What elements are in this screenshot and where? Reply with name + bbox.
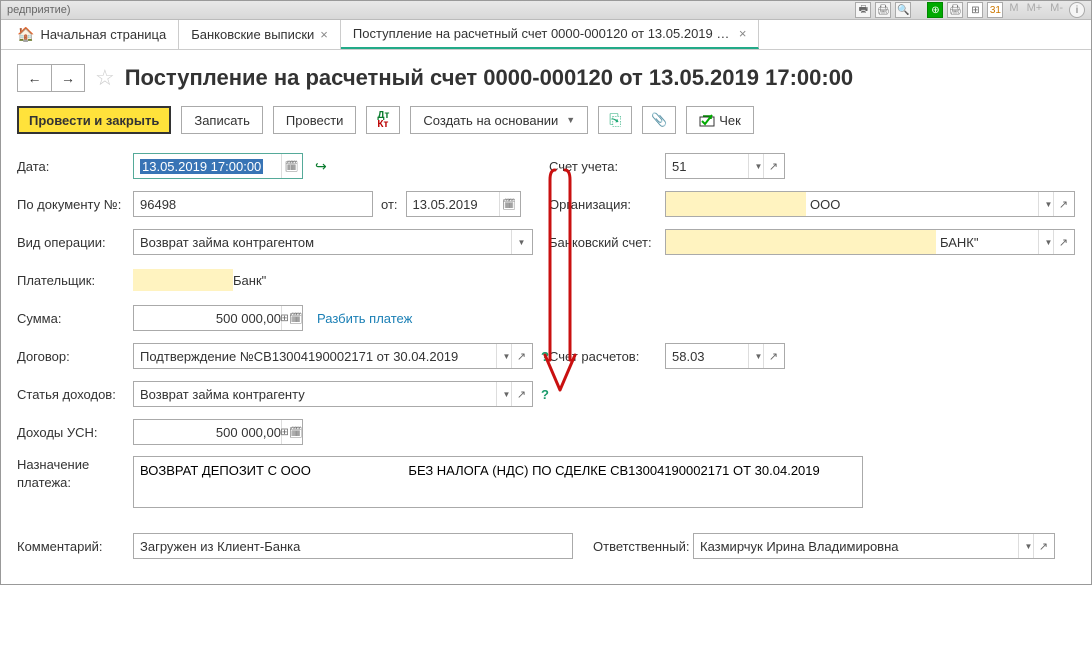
print-icon[interactable]: 🖶: [855, 2, 871, 18]
open-icon[interactable]: [763, 344, 783, 368]
label-income-item: Статья доходов:: [17, 387, 133, 402]
bank-acct-field[interactable]: БАНК": [665, 229, 1075, 255]
create-based-button[interactable]: Создать на основании▼: [410, 106, 588, 134]
label-settle-acct: Счет расчетов:: [549, 349, 665, 364]
open-icon[interactable]: [1053, 230, 1073, 254]
open-icon[interactable]: [1033, 534, 1053, 558]
help-icon[interactable]: ?: [541, 387, 549, 402]
m-minus-button[interactable]: M-: [1048, 2, 1065, 18]
label-org: Организация:: [549, 197, 665, 212]
nav-forward-button[interactable]: →: [51, 64, 85, 92]
m-plus-button[interactable]: M+: [1025, 2, 1045, 18]
title-bar-text: редприятие): [7, 4, 71, 16]
label-payer: Плательщик:: [17, 273, 133, 288]
label-account: Счет учета:: [549, 159, 665, 174]
favorite-star-icon[interactable]: ☆: [95, 65, 115, 91]
purpose-textarea[interactable]: [133, 456, 863, 508]
tabs: 🏠 Начальная страница Банковские выписки …: [1, 20, 1091, 50]
cheque-button[interactable]: Чек: [686, 106, 754, 134]
calendar-icon[interactable]: [281, 154, 301, 178]
post-and-close-button[interactable]: Провести и закрыть: [17, 106, 171, 134]
label-doc-no: По документу №:: [17, 197, 133, 212]
split-payment-link[interactable]: Разбить платеж: [317, 311, 412, 326]
doc-date-field[interactable]: 13.05.2019: [406, 191, 521, 217]
related-button[interactable]: [598, 106, 632, 134]
label-bank-acct: Банковский счет:: [549, 235, 665, 250]
info-icon[interactable]: i: [1069, 2, 1085, 18]
search-icon[interactable]: 🔍: [895, 2, 911, 18]
label-comment: Комментарий:: [17, 539, 133, 554]
label-doc-from: от:: [381, 197, 398, 212]
responsible-field[interactable]: Казмирчук Ирина Владимировна: [693, 533, 1055, 559]
tab-label: Поступление на расчетный счет 0000-00012…: [353, 26, 733, 41]
calc-icon[interactable]: ⊞: [281, 306, 301, 330]
status-posted-icon: [315, 158, 327, 175]
m-button[interactable]: M: [1007, 2, 1020, 18]
page-title: Поступление на расчетный счет 0000-00012…: [125, 65, 853, 91]
tab-bank-statements[interactable]: Банковские выписки ×: [179, 20, 341, 49]
tab-home[interactable]: 🏠 Начальная страница: [5, 20, 179, 49]
title-bar-icons: 🖶 🖨 🔍 ⊕ 🖨 ⊞ 31 M M+ M- i: [855, 2, 1085, 18]
calendar-icon[interactable]: 31: [987, 2, 1003, 18]
date-field[interactable]: 13.05.2019 17:00:00: [133, 153, 303, 179]
doc-no-field[interactable]: 96498: [133, 191, 373, 217]
dropdown-icon[interactable]: [511, 230, 531, 254]
payer-field: Банк": [133, 267, 533, 293]
settle-acct-field[interactable]: 58.03: [665, 343, 785, 369]
close-icon[interactable]: ×: [320, 27, 328, 42]
amount-field[interactable]: 500 000,00 ⊞: [133, 305, 303, 331]
tab-receipt[interactable]: Поступление на расчетный счет 0000-00012…: [341, 20, 760, 49]
calc-icon[interactable]: ⊞: [967, 2, 983, 18]
label-amount: Сумма:: [17, 311, 133, 326]
open-icon[interactable]: [511, 344, 531, 368]
open-icon[interactable]: [511, 382, 531, 406]
account-field[interactable]: 51: [665, 153, 785, 179]
attach-button[interactable]: [642, 106, 676, 134]
help-icon[interactable]: ?: [541, 349, 549, 364]
usn-income-field[interactable]: 500 000,00 ⊞: [133, 419, 303, 445]
post-button[interactable]: Провести: [273, 106, 357, 134]
print3-icon[interactable]: 🖨: [947, 2, 963, 18]
calc-icon[interactable]: ⊞: [281, 420, 301, 444]
label-date: Дата:: [17, 159, 133, 174]
income-item-field[interactable]: Возврат займа контрагенту: [133, 381, 533, 407]
title-bar: редприятие) 🖶 🖨 🔍 ⊕ 🖨 ⊞ 31 M M+ M- i: [1, 1, 1091, 20]
tab-label: Начальная страница: [40, 27, 166, 42]
label-contract: Договор:: [17, 349, 133, 364]
dt-kt-button[interactable]: ДтКт: [366, 106, 400, 134]
app-icon[interactable]: ⊕: [927, 2, 943, 18]
write-button[interactable]: Записать: [181, 106, 263, 134]
open-icon[interactable]: [1053, 192, 1073, 216]
label-usn-income: Доходы УСН:: [17, 425, 133, 440]
toolbar: Провести и закрыть Записать Провести ДтК…: [17, 106, 1075, 134]
op-kind-field[interactable]: Возврат займа контрагентом: [133, 229, 533, 255]
open-icon[interactable]: [763, 154, 783, 178]
contract-field[interactable]: Подтверждение №СВ13004190002171 от 30.04…: [133, 343, 533, 369]
print2-icon[interactable]: 🖨: [875, 2, 891, 18]
tab-label: Банковские выписки: [191, 27, 314, 42]
close-icon[interactable]: ×: [739, 26, 747, 41]
nav-back-button[interactable]: ←: [17, 64, 51, 92]
home-icon: 🏠: [17, 26, 34, 43]
calendar-icon[interactable]: [499, 192, 519, 216]
label-op-kind: Вид операции:: [17, 235, 133, 250]
label-responsible: Ответственный:: [593, 539, 693, 554]
label-purpose: Назначение платежа:: [17, 456, 133, 492]
comment-field[interactable]: Загружен из Клиент-Банка: [133, 533, 573, 559]
org-field[interactable]: ООО: [665, 191, 1075, 217]
